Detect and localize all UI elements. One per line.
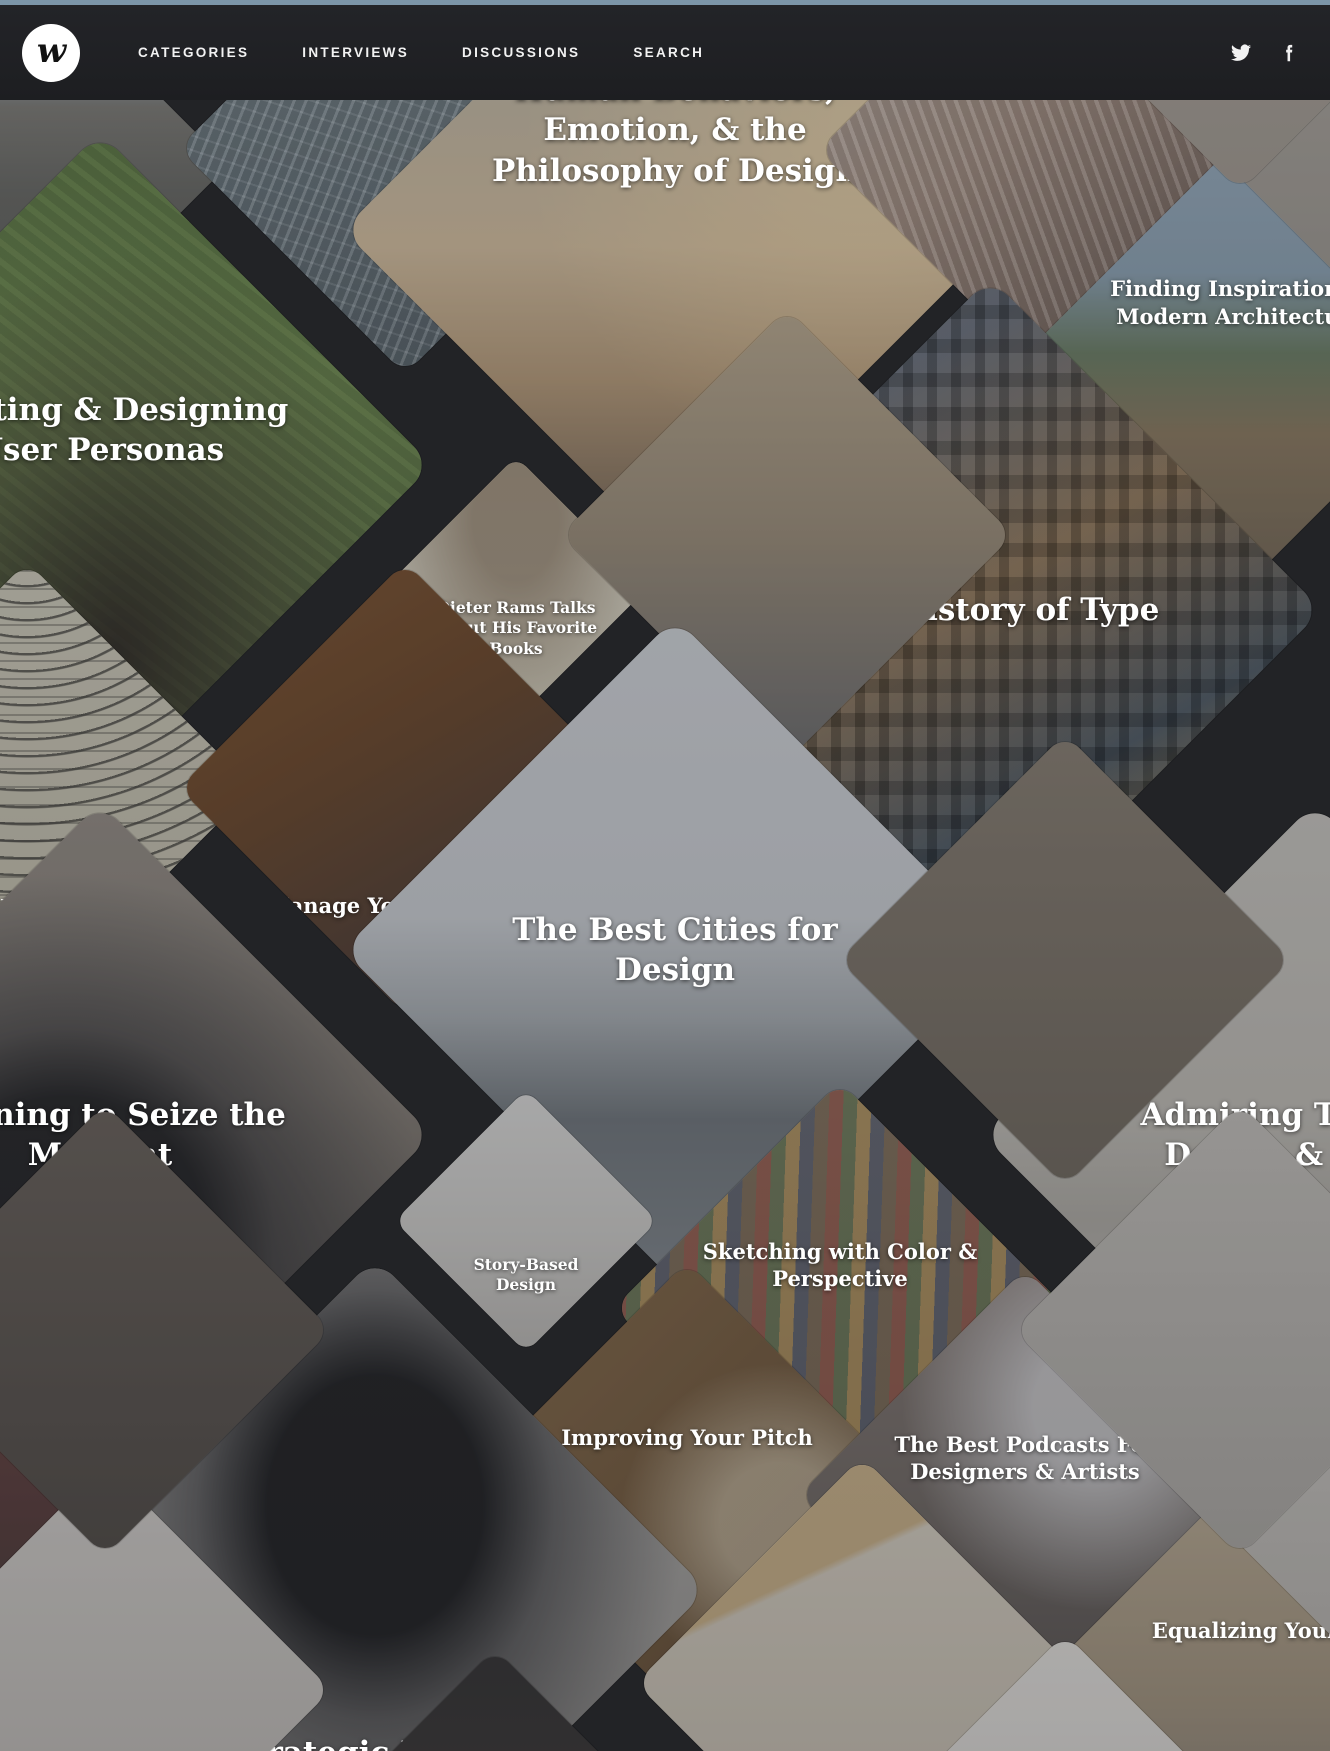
twitter-icon[interactable] bbox=[1224, 36, 1258, 70]
nav-discussions[interactable]: DISCUSSIONS bbox=[462, 45, 580, 60]
site-logo[interactable]: w bbox=[22, 23, 80, 82]
nav-interviews[interactable]: INTERVIEWS bbox=[302, 45, 409, 60]
nav-search[interactable]: SEARCH bbox=[633, 45, 704, 60]
diamond-mosaic-grid: Road to Success Design With Structure Hu… bbox=[0, 100, 1330, 1751]
main-navigation: CATEGORIES INTERVIEWS DISCUSSIONS SEARCH bbox=[138, 45, 757, 60]
top-accent-bar bbox=[0, 0, 1330, 5]
site-header: w CATEGORIES INTERVIEWS DISCUSSIONS SEAR… bbox=[0, 5, 1330, 100]
facebook-icon[interactable] bbox=[1272, 36, 1306, 70]
site-logo-letter: w bbox=[36, 30, 66, 71]
nav-categories[interactable]: CATEGORIES bbox=[138, 45, 249, 60]
social-links bbox=[1210, 36, 1306, 70]
